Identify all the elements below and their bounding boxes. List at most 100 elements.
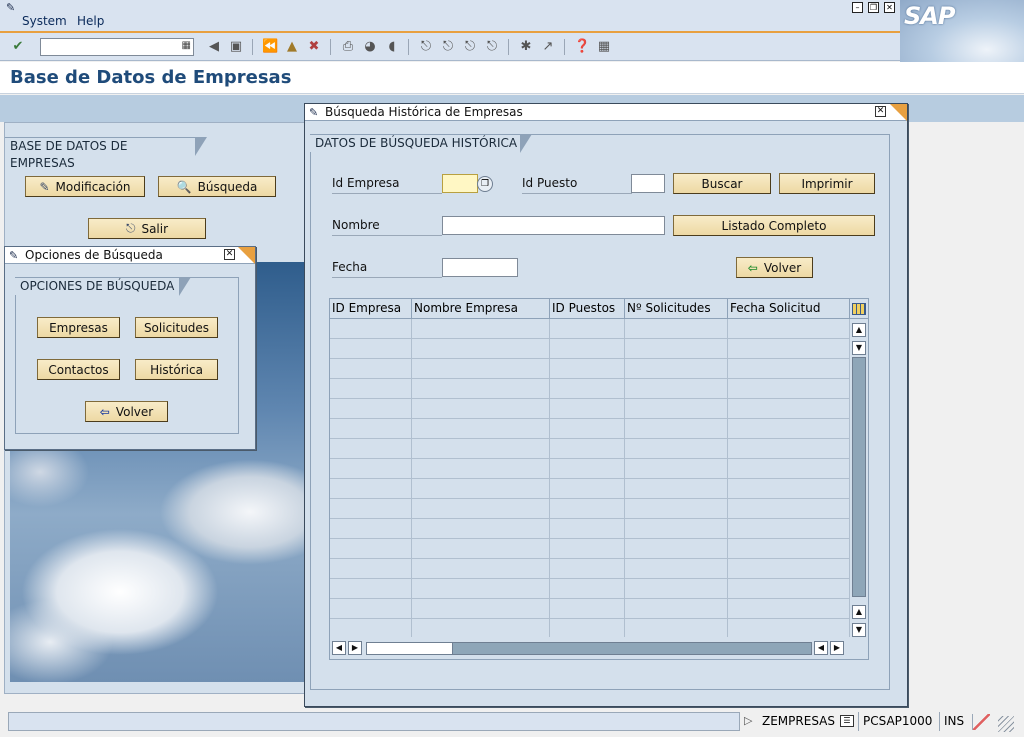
scroll-page-left-icon[interactable]: ◀ (814, 641, 828, 655)
command-field[interactable]: ▦ (40, 38, 194, 56)
table-cell[interactable] (550, 339, 625, 359)
exit-icon[interactable]: ▲ (284, 39, 300, 55)
table-cell[interactable] (412, 359, 550, 379)
table-cell[interactable] (625, 419, 728, 439)
previous-page-icon[interactable]: ⎋ (440, 39, 456, 55)
table-cell[interactable] (330, 579, 412, 599)
column-header-id-puestos[interactable]: ID Puestos (550, 299, 625, 319)
popup-opciones-titlebar[interactable]: ✎ Opciones de Búsqueda ✕ (5, 247, 255, 264)
table-row[interactable] (330, 419, 850, 439)
table-cell[interactable] (625, 359, 728, 379)
back-nav-icon[interactable]: ⏪ (262, 39, 278, 55)
table-row[interactable] (330, 339, 850, 359)
scroll-page-up-icon[interactable]: ▲ (852, 605, 866, 619)
find-next-icon[interactable]: ◖ (384, 39, 400, 55)
table-cell[interactable] (728, 599, 850, 619)
horizontal-scroll-thumb[interactable] (367, 643, 453, 654)
table-cell[interactable] (412, 519, 550, 539)
table-settings-icon[interactable] (850, 299, 868, 319)
table-cell[interactable] (550, 359, 625, 379)
table-cell[interactable] (728, 319, 850, 339)
salir-button[interactable]: ⎋ Salir (88, 218, 206, 239)
table-cell[interactable] (330, 459, 412, 479)
command-history-icon[interactable]: ▦ (182, 40, 191, 51)
table-cell[interactable] (625, 319, 728, 339)
table-cell[interactable] (728, 419, 850, 439)
id-puesto-input[interactable] (631, 174, 665, 193)
table-cell[interactable] (728, 559, 850, 579)
table-cell[interactable] (412, 559, 550, 579)
vertical-scroll-thumb[interactable] (852, 357, 866, 597)
enter-icon[interactable]: ✔ (10, 39, 26, 55)
table-row[interactable] (330, 559, 850, 579)
table-cell[interactable] (330, 399, 412, 419)
table-cell[interactable] (550, 539, 625, 559)
historica-button[interactable]: Histórica (135, 359, 218, 380)
table-cell[interactable] (330, 599, 412, 619)
table-cell[interactable] (550, 419, 625, 439)
table-row[interactable] (330, 439, 850, 459)
column-header-n-solicitudes[interactable]: Nº Solicitudes (625, 299, 728, 319)
id-empresa-input[interactable] (442, 174, 478, 193)
status-message-area[interactable] (8, 712, 740, 731)
table-cell[interactable] (412, 379, 550, 399)
table-cell[interactable] (728, 399, 850, 419)
fecha-input[interactable] (442, 258, 518, 277)
imprimir-button[interactable]: Imprimir (779, 173, 875, 194)
table-cell[interactable] (550, 579, 625, 599)
table-row[interactable] (330, 359, 850, 379)
table-cell[interactable] (412, 619, 550, 637)
table-cell[interactable] (412, 539, 550, 559)
table-cell[interactable] (625, 339, 728, 359)
volver-historica-button[interactable]: ⇦ Volver (736, 257, 813, 278)
table-cell[interactable] (728, 459, 850, 479)
new-session-icon[interactable]: ✱ (518, 39, 534, 55)
contactos-button[interactable]: Contactos (37, 359, 120, 380)
table-cell[interactable] (550, 439, 625, 459)
table-cell[interactable] (625, 439, 728, 459)
table-cell[interactable] (728, 339, 850, 359)
table-cell[interactable] (625, 559, 728, 579)
table-cell[interactable] (330, 359, 412, 379)
table-cell[interactable] (625, 619, 728, 637)
back-icon[interactable]: ◀ (206, 39, 222, 55)
table-cell[interactable] (728, 479, 850, 499)
help-icon[interactable]: ❓ (574, 39, 590, 55)
restore-icon[interactable]: ❐ (868, 2, 879, 13)
table-cell[interactable] (412, 499, 550, 519)
table-cell[interactable] (550, 479, 625, 499)
table-cell[interactable] (728, 619, 850, 637)
popup-menu-icon[interactable]: ✎ (9, 248, 18, 264)
table-row[interactable] (330, 539, 850, 559)
table-row[interactable] (330, 519, 850, 539)
table-cell[interactable] (330, 439, 412, 459)
table-cell[interactable] (728, 499, 850, 519)
horizontal-scroll-track[interactable] (366, 642, 812, 655)
cancel-icon[interactable]: ✖ (306, 39, 322, 55)
table-cell[interactable] (412, 479, 550, 499)
table-cell[interactable] (412, 319, 550, 339)
table-cell[interactable] (728, 359, 850, 379)
table-cell[interactable] (625, 459, 728, 479)
table-cell[interactable] (728, 579, 850, 599)
table-cell[interactable] (625, 519, 728, 539)
table-cell[interactable] (330, 339, 412, 359)
shortcut-icon[interactable]: ↗ (540, 39, 556, 55)
table-cell[interactable] (550, 519, 625, 539)
status-details-icon[interactable]: ☰ (840, 715, 854, 727)
table-cell[interactable] (330, 419, 412, 439)
table-cell[interactable] (412, 599, 550, 619)
scroll-page-right-icon[interactable]: ▶ (348, 641, 362, 655)
popup-menu-icon[interactable]: ✎ (309, 105, 318, 121)
table-cell[interactable] (550, 619, 625, 637)
menu-system[interactable]: System (22, 14, 67, 28)
table-cell[interactable] (330, 379, 412, 399)
table-cell[interactable] (728, 519, 850, 539)
listado-completo-button[interactable]: Listado Completo (673, 215, 875, 236)
table-row[interactable] (330, 399, 850, 419)
close-icon[interactable]: ✕ (875, 106, 886, 117)
value-help-icon[interactable]: ❐ (477, 176, 493, 192)
buscar-button[interactable]: Buscar (673, 173, 771, 194)
close-icon[interactable]: ✕ (884, 2, 895, 13)
table-cell[interactable] (412, 579, 550, 599)
